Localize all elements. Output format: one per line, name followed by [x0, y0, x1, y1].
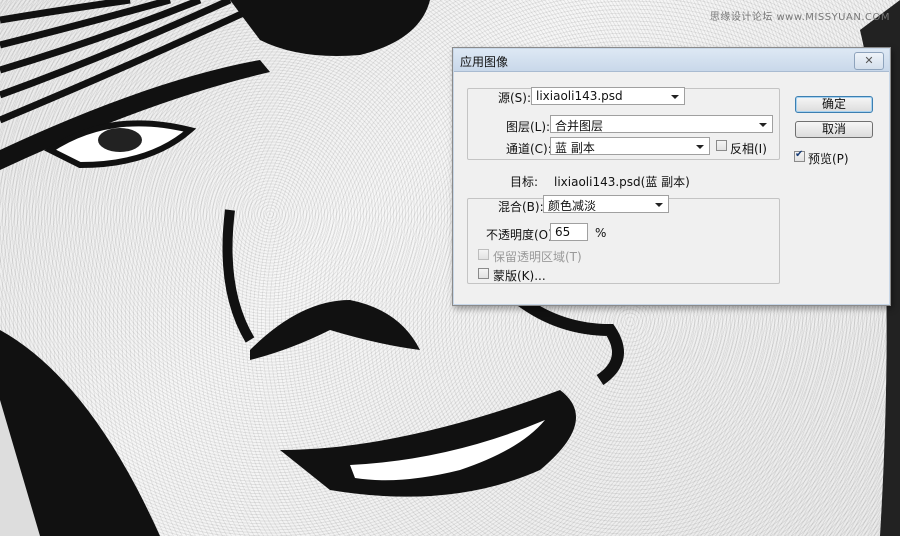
channel-label: 通道(C):	[506, 142, 552, 156]
preview-checkbox[interactable]	[794, 149, 805, 162]
dialog-title: 应用图像	[460, 55, 509, 69]
layer-select[interactable]: 合并图层	[550, 115, 773, 133]
blend-select[interactable]: 颜色减淡	[543, 195, 669, 213]
channel-select[interactable]: 蓝 副本	[550, 137, 710, 155]
preserve-transparency-label: 保留透明区域(T)	[493, 250, 582, 264]
target-label: 目标:	[510, 175, 539, 189]
dialog-titlebar[interactable]: 应用图像 ✕	[454, 49, 889, 72]
chevron-down-icon	[696, 145, 704, 149]
preview-label: 预览(P)	[808, 152, 849, 166]
invert-checkbox[interactable]	[716, 140, 727, 151]
chevron-down-icon	[655, 203, 663, 207]
blend-value: 颜色减淡	[548, 199, 597, 213]
mask-label: 蒙版(K)...	[493, 269, 546, 283]
target-value: lixiaoli143.psd(蓝 副本)	[554, 175, 690, 189]
invert-label: 反相(I)	[730, 142, 767, 156]
source-value: lixiaoli143.psd	[536, 89, 623, 103]
apply-image-dialog: 应用图像 ✕ 源(S): lixiaoli143.psd 图层(L): 合并图层…	[452, 47, 891, 306]
channel-value: 蓝 副本	[555, 141, 595, 155]
ok-button[interactable]: 确定	[795, 96, 873, 113]
watermark-text: 思缘设计论坛 www.MISSYUAN.COM	[709, 12, 890, 23]
layer-label: 图层(L):	[506, 120, 551, 134]
chevron-down-icon	[759, 123, 767, 127]
cancel-button[interactable]: 取消	[795, 121, 873, 138]
layer-value: 合并图层	[555, 119, 604, 133]
chevron-down-icon	[671, 95, 679, 99]
source-select[interactable]: lixiaoli143.psd	[531, 87, 685, 105]
close-icon: ✕	[864, 54, 874, 67]
opacity-unit: %	[595, 226, 607, 240]
close-button[interactable]: ✕	[854, 52, 884, 70]
source-label: 源(S):	[498, 91, 532, 105]
opacity-value: 65	[555, 225, 571, 239]
blend-label: 混合(B):	[498, 200, 544, 214]
opacity-label: 不透明度(O):	[486, 228, 557, 242]
mask-checkbox[interactable]	[478, 268, 489, 279]
preserve-transparency-checkbox[interactable]	[478, 249, 489, 260]
opacity-input[interactable]: 65	[550, 223, 588, 241]
